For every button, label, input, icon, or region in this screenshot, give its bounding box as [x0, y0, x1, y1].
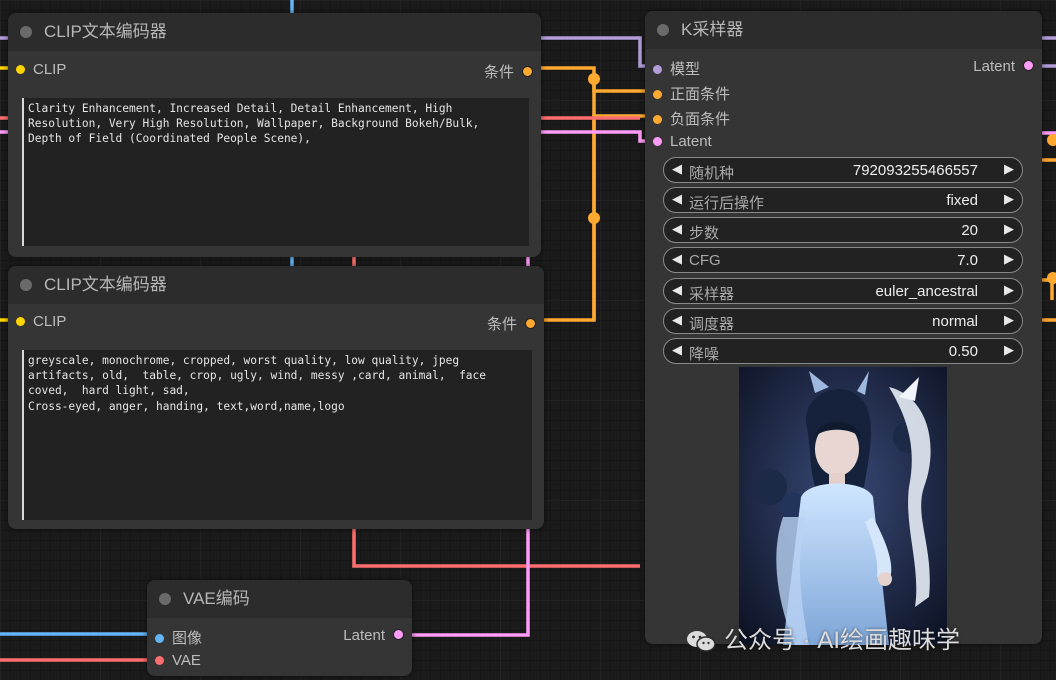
control-after-generate-widget[interactable]: ◀ 运行后操作 fixed ▶ — [663, 187, 1023, 213]
widget-value[interactable]: fixed — [946, 192, 978, 209]
node-title-bar[interactable]: K采样器 — [645, 11, 1042, 49]
collapse-dot[interactable] — [657, 24, 669, 36]
increment-arrow-icon[interactable]: ▶ — [1004, 282, 1014, 298]
negative-input-dot[interactable] — [653, 115, 662, 124]
decrement-arrow-icon[interactable]: ◀ — [672, 312, 682, 328]
widget-label: CFG — [689, 252, 721, 269]
widget-label: 步数 — [689, 225, 720, 242]
decrement-arrow-icon[interactable]: ◀ — [672, 161, 682, 177]
output-latent[interactable]: Latent — [343, 627, 404, 644]
widget-value[interactable]: euler_ancestral — [875, 283, 978, 300]
widget-label: 调度器 — [689, 316, 735, 333]
output-label: 条件 — [486, 316, 517, 333]
prompt-textarea[interactable]: Clarity Enhancement, Increased Detail, D… — [22, 98, 529, 246]
decrement-arrow-icon[interactable]: ◀ — [672, 342, 682, 358]
clip-input-dot[interactable] — [16, 65, 25, 74]
input-label: 正面条件 — [670, 86, 731, 103]
input-image[interactable]: 图像 — [155, 627, 202, 648]
widget-value[interactable]: 0.50 — [949, 343, 978, 360]
cfg-widget[interactable]: ◀ CFG 7.0 ▶ — [663, 247, 1023, 273]
sampler-widget[interactable]: ◀ 采样器 euler_ancestral ▶ — [663, 278, 1023, 304]
decrement-arrow-icon[interactable]: ◀ — [672, 251, 682, 267]
node-title: K采样器 — [681, 20, 744, 39]
widget-label: 降噪 — [689, 346, 720, 363]
decrement-arrow-icon[interactable]: ◀ — [672, 191, 682, 207]
input-latent[interactable]: Latent — [653, 133, 712, 150]
node-title: CLIP文本编码器 — [44, 22, 167, 41]
input-label: 模型 — [670, 61, 701, 78]
widget-value[interactable]: 20 — [961, 222, 978, 239]
collapse-dot[interactable] — [159, 593, 171, 605]
scheduler-widget[interactable]: ◀ 调度器 normal ▶ — [663, 308, 1023, 334]
increment-arrow-icon[interactable]: ▶ — [1004, 312, 1014, 328]
input-label: CLIP — [33, 313, 67, 330]
conditioning-output-dot[interactable] — [525, 318, 536, 329]
conditioning-output-dot[interactable] — [522, 66, 533, 77]
clip-text-encode-positive-node[interactable]: CLIP文本编码器 CLIP 条件 Clarity Enhancement, I… — [8, 13, 541, 257]
decrement-arrow-icon[interactable]: ◀ — [672, 282, 682, 298]
latent-input-dot[interactable] — [653, 137, 662, 146]
output-conditioning[interactable]: 条件 — [487, 313, 536, 334]
input-label: Latent — [670, 133, 712, 150]
input-label: 负面条件 — [670, 111, 731, 128]
node-title-bar[interactable]: CLIP文本编码器 — [8, 13, 541, 51]
wire-conditioning-right — [1040, 158, 1056, 322]
input-negative[interactable]: 负面条件 — [653, 108, 730, 129]
widget-label: 随机种 — [689, 165, 735, 182]
node-title: CLIP文本编码器 — [44, 275, 167, 294]
increment-arrow-icon[interactable]: ▶ — [1004, 342, 1014, 358]
input-label: CLIP — [33, 61, 67, 78]
wire-latent-vae — [404, 525, 530, 637]
increment-arrow-icon[interactable]: ▶ — [1004, 191, 1014, 207]
positive-input-dot[interactable] — [653, 90, 662, 99]
output-latent[interactable]: Latent — [973, 58, 1034, 75]
output-label: Latent — [343, 627, 385, 644]
input-label: VAE — [172, 652, 201, 669]
input-clip[interactable]: CLIP — [16, 313, 66, 330]
output-label: 条件 — [483, 64, 514, 81]
increment-arrow-icon[interactable]: ▶ — [1004, 161, 1014, 177]
input-label: 图像 — [172, 630, 203, 647]
prompt-textarea[interactable]: greyscale, monochrome, cropped, worst qu… — [22, 350, 532, 520]
output-label: Latent — [973, 58, 1015, 75]
decrement-arrow-icon[interactable]: ◀ — [672, 221, 682, 237]
widget-value[interactable]: 7.0 — [957, 252, 978, 269]
latent-output-dot[interactable] — [1023, 60, 1034, 71]
model-input-dot[interactable] — [653, 65, 662, 74]
ksampler-node[interactable]: K采样器 模型 正面条件 负面条件 Latent Latent ◀ 随机种 79… — [645, 11, 1042, 645]
increment-arrow-icon[interactable]: ▶ — [1004, 221, 1014, 237]
vae-encode-node[interactable]: VAE编码 图像 VAE Latent — [147, 580, 412, 676]
steps-widget[interactable]: ◀ 步数 20 ▶ — [663, 217, 1023, 243]
node-title-bar[interactable]: CLIP文本编码器 — [8, 266, 544, 304]
wechat-icon — [686, 629, 716, 660]
collapse-dot[interactable] — [20, 26, 32, 38]
increment-arrow-icon[interactable]: ▶ — [1004, 251, 1014, 267]
clip-text-encode-negative-node[interactable]: CLIP文本编码器 CLIP 条件 greyscale, monochrome,… — [8, 266, 544, 529]
input-vae[interactable]: VAE — [155, 652, 201, 669]
input-positive[interactable]: 正面条件 — [653, 83, 730, 104]
node-title-bar[interactable]: VAE编码 — [147, 580, 412, 618]
vae-input-dot[interactable] — [155, 656, 164, 665]
preview-image — [739, 367, 947, 645]
output-conditioning[interactable]: 条件 — [484, 61, 533, 82]
watermark: 公众号 · AI绘画趣味学 — [686, 620, 960, 660]
input-model[interactable]: 模型 — [653, 58, 700, 79]
widget-label: 运行后操作 — [689, 195, 765, 212]
image-input-dot[interactable] — [155, 634, 164, 643]
input-clip[interactable]: CLIP — [16, 61, 66, 78]
collapse-dot[interactable] — [20, 279, 32, 291]
widget-value[interactable]: normal — [932, 313, 978, 330]
seed-widget[interactable]: ◀ 随机种 792093255466557 ▶ — [663, 157, 1023, 183]
watermark-text: 公众号 · AI绘画趣味学 — [724, 627, 961, 654]
clip-input-dot[interactable] — [16, 317, 25, 326]
node-title: VAE编码 — [183, 589, 250, 608]
widget-label: 采样器 — [689, 286, 735, 303]
widget-value[interactable]: 792093255466557 — [853, 162, 978, 179]
latent-output-dot[interactable] — [393, 629, 404, 640]
denoise-widget[interactable]: ◀ 降噪 0.50 ▶ — [663, 338, 1023, 364]
